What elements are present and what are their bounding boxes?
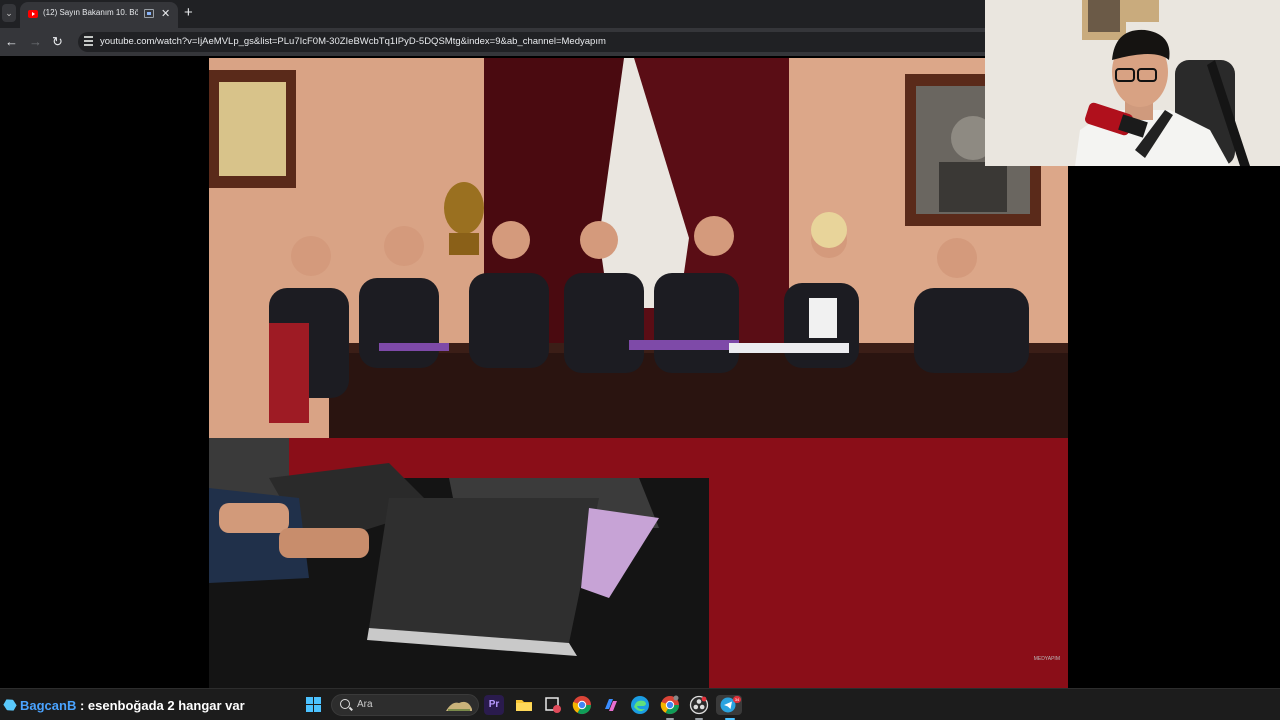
taskbar-search-box[interactable]: Ara	[331, 694, 479, 716]
chat-badge-icon	[2, 697, 18, 713]
tab-close-button[interactable]: ✕	[161, 7, 170, 21]
obs-icon[interactable]	[689, 695, 709, 715]
search-highlight-icon	[446, 701, 472, 711]
address-bar[interactable]: youtube.com/watch?v=IjAeMVLp_gs&list=PLu…	[78, 32, 998, 52]
chat-username: BagcanB	[20, 698, 77, 713]
search-icon	[340, 699, 350, 709]
notification-badge: 34	[734, 697, 740, 702]
search-label: Ara	[357, 699, 373, 710]
premiere-pro-icon[interactable]: Pr	[484, 695, 504, 715]
forward-button[interactable]: →	[29, 33, 42, 51]
new-tab-button[interactable]: +	[184, 4, 193, 22]
edge-icon[interactable]	[630, 695, 650, 715]
url-text[interactable]: youtube.com/watch?v=IjAeMVLp_gs&list=PLu…	[100, 36, 606, 47]
picture-in-picture-icon[interactable]	[144, 9, 154, 18]
chrome-profile-icon[interactable]	[660, 695, 680, 715]
site-info-icon[interactable]	[84, 36, 93, 48]
webcam-overlay	[985, 0, 1280, 166]
chrome-icon[interactable]	[572, 695, 592, 715]
webcam-image	[985, 0, 1280, 166]
channel-watermark: MEDYAPIM	[1033, 656, 1060, 662]
snipping-tool-icon[interactable]	[543, 695, 563, 715]
tab-youtube[interactable]: (12) Sayın Bakanım 10. Bölü ✕	[20, 2, 178, 28]
windows-taskbar: BagcanB : esenboğada 2 hangar var Ara Pr	[0, 688, 1280, 720]
file-explorer-icon[interactable]	[514, 695, 534, 715]
tab-search-button[interactable]: ⌄	[2, 4, 16, 22]
stream-chat-message: BagcanB : esenboğada 2 hangar var	[4, 698, 245, 713]
youtube-favicon-icon	[28, 10, 38, 18]
reload-button[interactable]: ↻	[52, 33, 63, 51]
chat-text: : esenboğada 2 hangar var	[76, 698, 245, 713]
video-player[interactable]: MEDYAPIM	[209, 58, 1068, 688]
back-button[interactable]: ←	[5, 33, 18, 51]
video-frame-scene	[209, 58, 1068, 688]
copilot-icon[interactable]	[601, 695, 621, 715]
telegram-icon[interactable]: 34	[716, 695, 742, 715]
tab-title: (12) Sayın Bakanım 10. Bölü	[43, 8, 138, 17]
windows-start-icon[interactable]	[306, 697, 322, 713]
